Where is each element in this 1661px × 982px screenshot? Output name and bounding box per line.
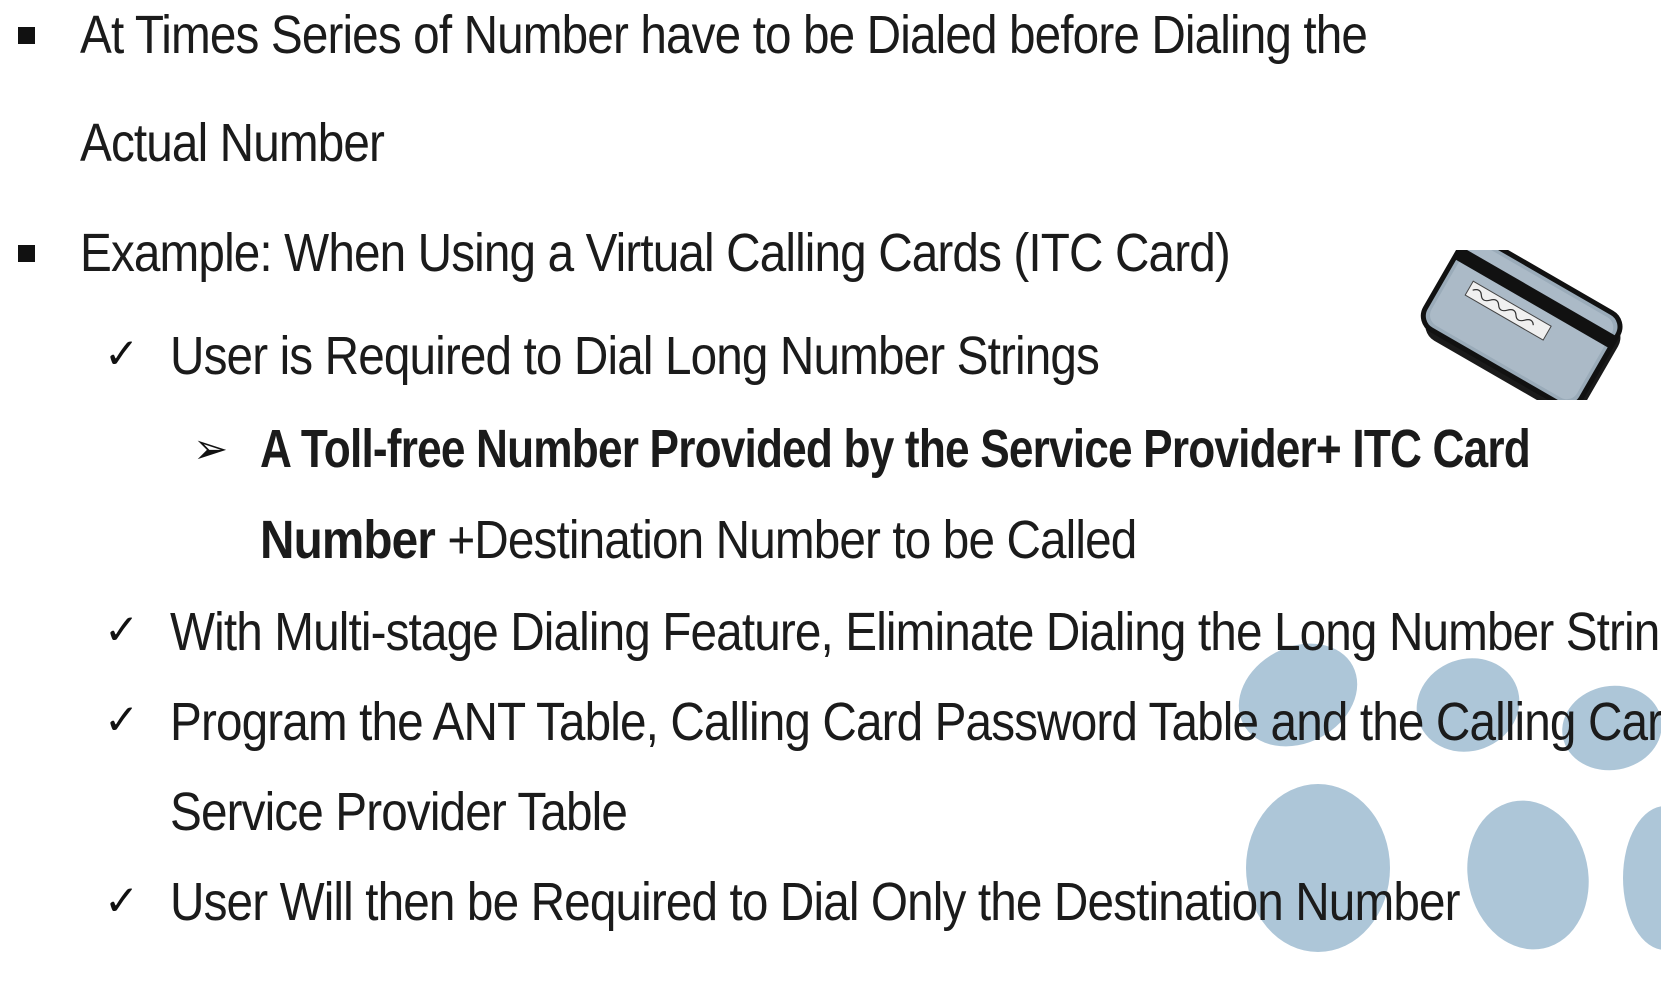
sub-bullet-destination: +Destination Number to be Called [434, 510, 1137, 570]
arrowhead-bullet-icon: ➢ [193, 424, 229, 473]
checkmark-icon: ✓ [104, 605, 140, 654]
sub-bullet-line-1: A Toll-free Number Provided by the Servi… [260, 419, 1531, 479]
square-bullet-icon [18, 245, 35, 262]
check-2-text: With Multi-stage Dialing Feature, Elimin… [170, 602, 1661, 662]
check-1-text: User is Required to Dial Long Number Str… [170, 326, 1100, 386]
sub-bullet-line-2: Number +Destination Number to be Called [260, 508, 1137, 572]
square-bullet-icon [18, 27, 35, 44]
checkmark-icon: ✓ [104, 329, 140, 378]
check-3-line-2: Service Provider Table [170, 782, 628, 842]
check-4-text: User Will then be Required to Dial Only … [170, 872, 1461, 932]
sub-bullet-number-bold: Number [260, 510, 436, 570]
bullet-1-line-2: Actual Number [80, 113, 385, 173]
checkmark-icon: ✓ [104, 876, 140, 925]
bullet-1-line-1: At Times Series of Number have to be Dia… [80, 5, 1368, 65]
bullet-2-text: Example: When Using a Virtual Calling Ca… [80, 223, 1231, 283]
calling-card-icon [1420, 250, 1623, 400]
check-3-line-1: Program the ANT Table, Calling Card Pass… [170, 692, 1661, 752]
checkmark-icon: ✓ [104, 695, 140, 744]
